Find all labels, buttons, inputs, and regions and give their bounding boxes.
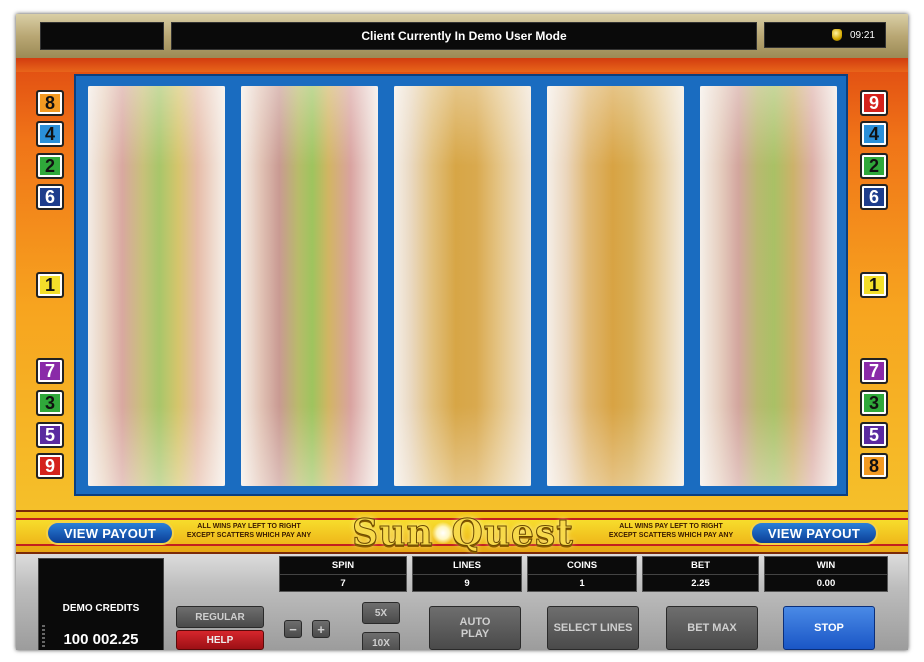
- reel-area: 8 4 2 6 1 7 3 5 9 9 4 2 6 1 7 3 5 8: [16, 58, 908, 510]
- sun-sparkle-icon: [431, 522, 454, 544]
- select-lines-button[interactable]: SELECT LINES: [547, 606, 639, 650]
- clock-panel: 09:21: [764, 22, 886, 48]
- payline-badge-right-1[interactable]: 1: [860, 272, 888, 298]
- auto-play-label-line2: PLAY: [460, 628, 490, 640]
- payline-badge-left-7[interactable]: 7: [36, 358, 64, 384]
- slot-game-window: Client Currently In Demo User Mode 09:21…: [16, 14, 908, 650]
- help-button[interactable]: HELP: [176, 630, 264, 650]
- payline-badge-left-6[interactable]: 6: [36, 184, 64, 210]
- win-counter: WIN 0.00: [764, 556, 888, 592]
- payline-badge-right-9[interactable]: 9: [860, 90, 888, 116]
- credits-grip: [42, 625, 45, 649]
- lines-label: LINES: [453, 560, 481, 571]
- spin-label: SPIN: [331, 560, 355, 571]
- reel-1: [88, 86, 225, 486]
- view-payout-button-left[interactable]: VIEW PAYOUT: [46, 521, 174, 545]
- payline-badge-right-5[interactable]: 5: [860, 422, 888, 448]
- payline-badge-left-4[interactable]: 4: [36, 121, 64, 147]
- bet-max-button[interactable]: BET MAX: [666, 606, 758, 650]
- regular-mode-button[interactable]: REGULAR: [176, 606, 264, 628]
- win-rule-line-2: EXCEPT SCATTERS WHICH PAY ANY: [608, 532, 734, 539]
- credits-label: DEMO CREDITS: [62, 603, 140, 614]
- game-logo: Sun Quest: [318, 508, 608, 558]
- win-rules-left: ALL WINS PAY LEFT TO RIGHT EXCEPT SCATTE…: [174, 522, 324, 540]
- payline-badge-right-7[interactable]: 7: [860, 358, 888, 384]
- payline-badge-right-3[interactable]: 3: [860, 390, 888, 416]
- payline-badge-left-9[interactable]: 9: [36, 453, 64, 479]
- reel-5: [700, 86, 837, 486]
- multiplier-5x-button[interactable]: 5X: [362, 602, 400, 624]
- win-label: WIN: [816, 560, 836, 571]
- win-rule-line-2: EXCEPT SCATTERS WHICH PAY ANY: [186, 532, 312, 539]
- payline-badge-right-4[interactable]: 4: [860, 121, 888, 147]
- logo-text-part2: Quest: [451, 512, 574, 555]
- stop-button[interactable]: STOP: [783, 606, 875, 650]
- lines-counter: LINES 9: [412, 556, 522, 592]
- demo-mode-banner: Client Currently In Demo User Mode: [171, 22, 757, 50]
- auto-play-label-line1: AUTO: [459, 616, 491, 628]
- reel-frame: [74, 74, 848, 496]
- payline-badge-right-6[interactable]: 6: [860, 184, 888, 210]
- win-rules-right: ALL WINS PAY LEFT TO RIGHT EXCEPT SCATTE…: [596, 522, 746, 540]
- clock-time: 09:21: [849, 29, 875, 41]
- top-left-panel: [40, 22, 164, 50]
- credits-value: 100 002.25: [63, 631, 139, 648]
- logo-bar: VIEW PAYOUT ALL WINS PAY LEFT TO RIGHT E…: [16, 510, 908, 555]
- bet-label: BET: [691, 560, 710, 571]
- view-payout-button-right[interactable]: VIEW PAYOUT: [750, 521, 878, 545]
- coins-counter: COINS 1: [527, 556, 637, 592]
- payline-badge-right-8[interactable]: 8: [860, 453, 888, 479]
- bet-value: 2.25: [691, 578, 710, 589]
- reel-2: [241, 86, 378, 486]
- payline-badge-right-2[interactable]: 2: [860, 153, 888, 179]
- reel-3: [394, 86, 531, 486]
- coins-value: 1: [579, 578, 585, 589]
- payline-badge-left-8[interactable]: 8: [36, 90, 64, 116]
- payline-badge-left-2[interactable]: 2: [36, 153, 64, 179]
- lines-value: 9: [464, 578, 470, 589]
- coin-stack-icon: [831, 29, 842, 41]
- control-panel: DEMO CREDITS 100 002.25 SPIN 7 LINES 9 C…: [16, 554, 908, 650]
- credits-display: DEMO CREDITS 100 002.25: [38, 558, 164, 650]
- win-rule-line-1: ALL WINS PAY LEFT TO RIGHT: [197, 523, 301, 530]
- bet-counter: BET 2.25: [642, 556, 759, 592]
- top-bar: Client Currently In Demo User Mode 09:21: [16, 14, 908, 58]
- coins-label: COINS: [566, 560, 598, 571]
- reel-4: [547, 86, 684, 486]
- win-rule-line-1: ALL WINS PAY LEFT TO RIGHT: [619, 523, 723, 530]
- multiplier-10x-button[interactable]: 10X: [362, 632, 400, 650]
- coin-increase-button[interactable]: +: [312, 620, 330, 638]
- spin-value: 7: [340, 578, 346, 589]
- payline-badge-left-3[interactable]: 3: [36, 390, 64, 416]
- auto-play-button[interactable]: AUTO PLAY: [429, 606, 521, 650]
- win-value: 0.00: [816, 578, 836, 589]
- logo-text-part1: Sun: [352, 512, 434, 555]
- coin-decrease-button[interactable]: −: [284, 620, 302, 638]
- spin-counter: SPIN 7: [279, 556, 407, 592]
- payline-badge-left-5[interactable]: 5: [36, 422, 64, 448]
- payline-badge-left-1[interactable]: 1: [36, 272, 64, 298]
